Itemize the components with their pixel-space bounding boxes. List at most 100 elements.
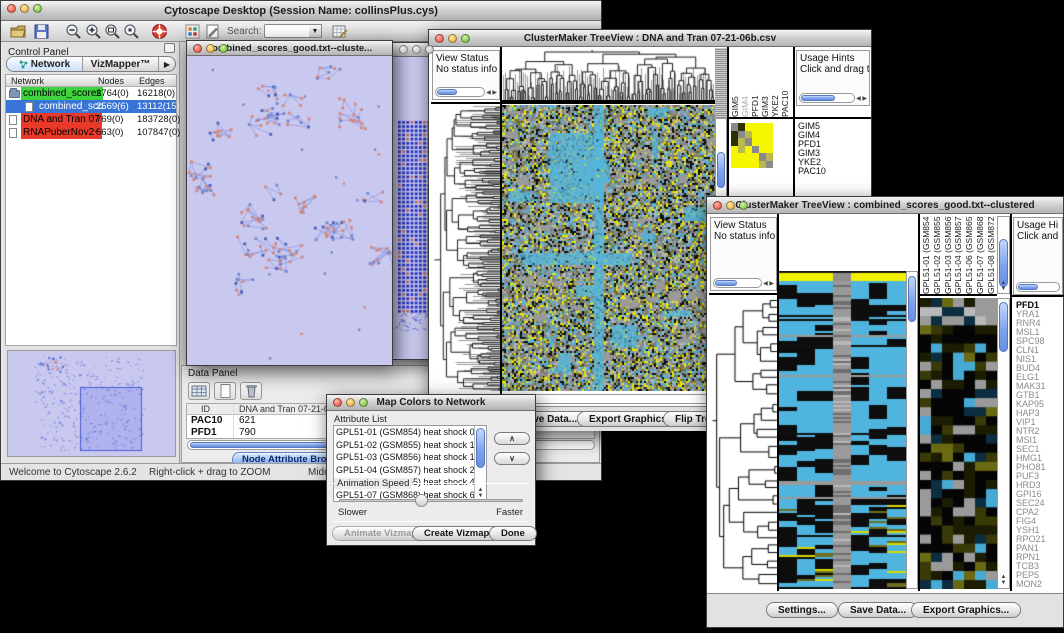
export-graphics-button[interactable]: Export Graphics... [911, 602, 1021, 618]
tv1-row-dendrogram[interactable] [431, 105, 500, 391]
tv2-status-hscrollbar[interactable] [713, 278, 762, 288]
tv2-heatmap[interactable] [779, 271, 906, 589]
matrix-cell[interactable] [738, 161, 745, 169]
tv2-usage-hscrollbar[interactable] [1016, 282, 1060, 292]
matrix-cell[interactable] [752, 123, 759, 131]
matrix-cell[interactable] [745, 123, 752, 131]
attribute-item[interactable]: GPL51-04 (GSM857) heat shock 20 min [334, 464, 486, 477]
attribute-down-button[interactable]: ∨ [494, 452, 530, 465]
close-button[interactable] [713, 201, 722, 210]
save-icon[interactable] [33, 23, 50, 40]
matrix-cell[interactable] [738, 123, 745, 131]
tab-overflow-arrow[interactable]: ▶ [159, 57, 175, 71]
tv1-status-hscrollbar[interactable] [435, 87, 485, 97]
minimize-button[interactable] [346, 398, 355, 407]
search-dropdown-arrow[interactable]: ▼ [309, 24, 322, 38]
treeview2-titlebar[interactable]: ClusterMaker TreeView : combined_scores_… [707, 197, 1063, 214]
tv1-heatmap-vscroll-thumb[interactable] [717, 152, 725, 188]
tv2-usage-hscroll-thumb[interactable] [1018, 284, 1038, 290]
vizmapper-icon[interactable] [184, 23, 201, 40]
tab-network[interactable]: Network [7, 57, 83, 71]
matrix-cell[interactable] [759, 146, 766, 154]
matrix-cell[interactable] [759, 161, 766, 169]
tv2-labels-vscrollbar[interactable]: ▲▼ [997, 216, 1010, 294]
attribute-grid-icon[interactable] [188, 382, 210, 400]
matrix-cell[interactable] [766, 138, 773, 146]
network-row[interactable]: DNA and Tran 07769(0)183728(0) [6, 113, 176, 126]
zoom-button[interactable] [219, 44, 228, 53]
matrix-cell[interactable] [738, 146, 745, 154]
attribute-item[interactable]: GPL51-02 (GSM855) heat shock 10 min [334, 439, 486, 452]
network-name[interactable]: combined_scores [21, 87, 103, 100]
tv1-gene-label[interactable]: PAC10 [798, 167, 826, 176]
done-button[interactable]: Done [489, 526, 537, 541]
matrix-cell[interactable] [745, 161, 752, 169]
slider-thumb[interactable] [415, 494, 428, 507]
matrix-cell[interactable] [752, 161, 759, 169]
network-name[interactable]: DNA and Tran 07 [21, 113, 102, 126]
birdseye-view[interactable] [7, 350, 176, 457]
network-row[interactable]: combined_scores2764(0)16218(0) [6, 87, 176, 100]
save-data-button[interactable]: Save Data... [838, 602, 918, 618]
open-folder-icon[interactable] [10, 23, 27, 40]
zoom-button[interactable] [739, 201, 748, 210]
zoom-button[interactable] [425, 45, 434, 54]
tv2-gene-label[interactable]: MON2 [1016, 580, 1046, 589]
matrix-cell[interactable] [731, 131, 738, 139]
zoom-button[interactable] [461, 34, 470, 43]
tv2-zoom-scroll-arrows[interactable]: ▲▼ [998, 574, 1009, 586]
matrix-cell[interactable] [731, 138, 738, 146]
settings-button[interactable]: Settings... [766, 602, 838, 618]
tv1-status-hscroll-thumb[interactable] [437, 89, 457, 95]
close-button[interactable] [399, 45, 408, 54]
attribute-item[interactable]: GPL51-03 (GSM856) heat shock 15 min [334, 451, 486, 464]
matrix-cell[interactable] [745, 153, 752, 161]
matrix-cell[interactable] [752, 153, 759, 161]
tv2-row-dendrogram[interactable] [709, 296, 777, 589]
tv1-usage-hscroll-thumb[interactable] [801, 95, 835, 101]
matrix-cell[interactable] [752, 131, 759, 139]
attribute-list-scroll-arrows[interactable]: ▲▼ [475, 487, 486, 499]
tv1-column-dendrogram[interactable] [502, 48, 715, 100]
tv2-labels-scroll-arrows[interactable]: ▲▼ [998, 280, 1009, 292]
matrix-cell[interactable] [752, 138, 759, 146]
delete-attribute-icon[interactable] [240, 382, 262, 400]
zoom-button[interactable] [33, 4, 42, 13]
tv2-status-hscroll-thumb[interactable] [715, 280, 737, 286]
tab-vizmapper[interactable]: VizMapper™ [83, 57, 159, 71]
matrix-cell[interactable] [731, 123, 738, 131]
new-attribute-icon[interactable] [214, 382, 236, 400]
tv1-summary-matrix[interactable] [731, 123, 773, 168]
attribute-up-button[interactable]: ∧ [494, 432, 530, 445]
zoom-out-icon[interactable] [65, 23, 82, 40]
minimize-button[interactable] [726, 201, 735, 210]
attribute-list-vscroll-thumb[interactable] [476, 428, 485, 468]
animation-speed-slider[interactable] [339, 499, 523, 502]
tv1-status-scroll-arrows[interactable]: ◀ ▶ [486, 90, 497, 96]
matrix-cell[interactable] [759, 131, 766, 139]
network-window-titlebar[interactable]: combined_scores_good.txt--cluste... [187, 41, 392, 56]
network-canvas[interactable] [187, 56, 392, 365]
tv2-status-scroll-arrows[interactable]: ◀ ▶ [763, 281, 774, 287]
matrix-cell[interactable] [766, 146, 773, 154]
float-panel-icon[interactable] [164, 43, 175, 53]
tv2-zoom-heatmap[interactable] [920, 298, 997, 589]
close-button[interactable] [333, 398, 342, 407]
zoom-fit-icon[interactable] [104, 23, 121, 40]
matrix-cell[interactable] [759, 123, 766, 131]
network-row[interactable]: RNAPuberNov2+563(0)107847(0) [6, 126, 176, 139]
matrix-cell[interactable] [731, 153, 738, 161]
minimize-button[interactable] [206, 44, 215, 53]
matrix-cell[interactable] [731, 146, 738, 154]
tv2-heatmap-vscroll-thumb[interactable] [908, 276, 916, 322]
matrix-cell[interactable] [738, 131, 745, 139]
matrix-cell[interactable] [766, 161, 773, 169]
matrix-cell[interactable] [759, 153, 766, 161]
search-input[interactable] [264, 24, 310, 38]
treeview1-titlebar[interactable]: ClusterMaker TreeView : DNA and Tran 07-… [429, 30, 871, 47]
matrix-cell[interactable] [738, 138, 745, 146]
annotation-icon[interactable] [204, 23, 221, 40]
tv2-heatmap-vscrollbar[interactable] [906, 271, 918, 589]
matrix-cell[interactable] [752, 146, 759, 154]
matrix-cell[interactable] [731, 161, 738, 169]
